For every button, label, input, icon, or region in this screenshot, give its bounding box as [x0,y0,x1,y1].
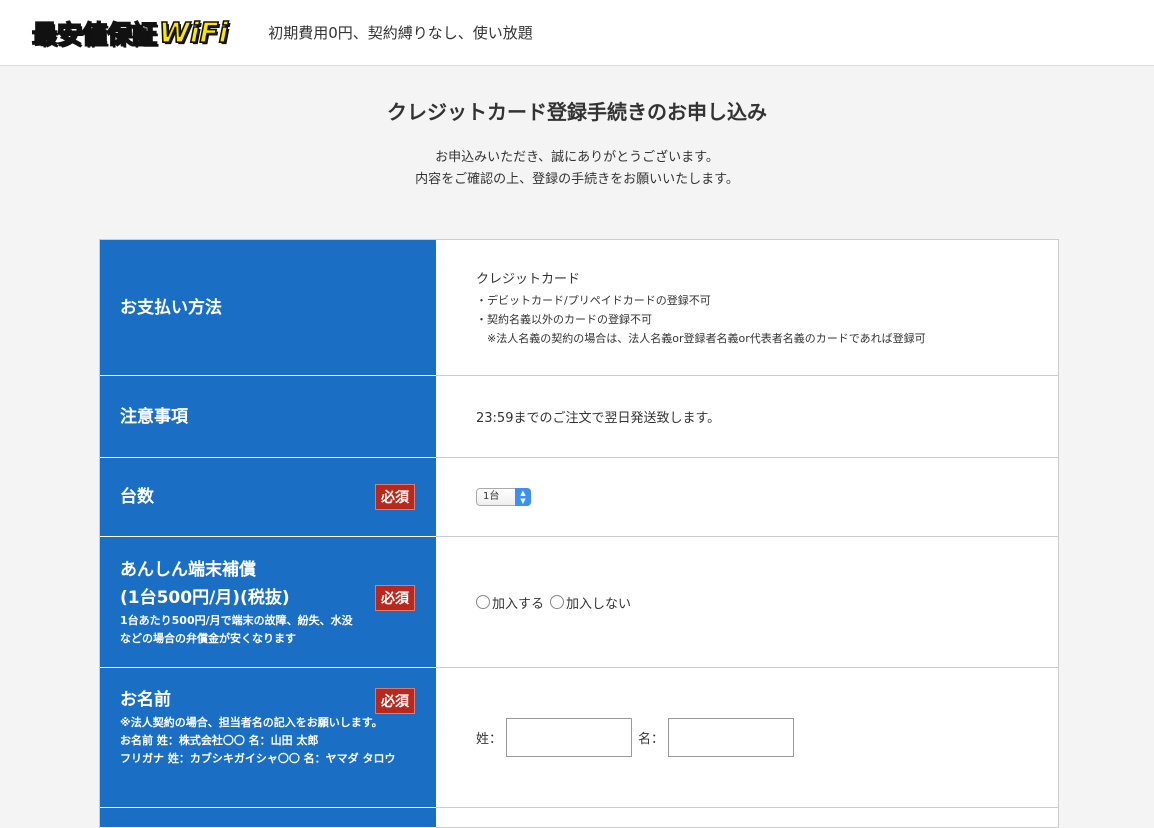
form-row-next [100,808,1058,828]
insurance-option-decline[interactable]: 加入しない [550,593,631,612]
first-name-label: 名： [638,732,665,747]
name-label: お名前 [120,690,171,710]
form-row-notice: 注意事項 23:59までのご注文で翌日発送致します。 [100,376,1058,458]
radio-join[interactable] [476,595,490,609]
notice-text: 23:59までのご注文で翌日発送致します。 [476,411,721,426]
insurance-sub-line-1: 1台あたり500円/月で端末の故障、紛失、水没 [120,614,353,627]
name-content: 姓： 名： [436,668,1058,807]
insurance-content: 加入する 加入しない [436,537,1058,667]
first-name-input[interactable] [668,718,795,757]
required-badge: 必須 [375,688,415,714]
radio-join-label: 加入する [492,596,545,612]
row-label-name: お名前 ※法人契約の場合、担当者名の記入をお願いします。 お名前 姓：株式会社〇… [100,668,436,808]
row-label-next [100,808,436,828]
quantity-content: 1台 ▲ ▼ [436,458,1058,536]
intro-text: お申込みいただき、誠にありがとうございます。 内容をご確認の上、登録の手続きをお… [0,147,1154,191]
notice-content: 23:59までのご注文で翌日発送致します。 [436,376,1058,457]
site-logo[interactable]: 最安値保証 WiFi [31,13,229,53]
row-label-notice: 注意事項 [100,376,436,458]
logo-wifi: WiFi [158,15,229,50]
payment-content: クレジットカード ・デビットカード/プリペイドカードの登録不可 ・契約名義以外の… [436,240,1058,375]
header-tagline: 初期費用0円、契約縛りなし、使い放題 [268,24,533,42]
main-content: クレジットカード登録手続きのお申し込み お申込みいただき、誠にありがとうございま… [0,96,1154,828]
quantity-label: 台数 [120,487,154,507]
intro-line-2: 内容をご確認の上、登録の手続きをお願いいたします。 [415,172,739,187]
radio-decline[interactable] [550,595,565,609]
insurance-label-line-2: (1台500円/月)(税抜) [120,588,290,608]
payment-method-title: クレジットカード [476,271,581,287]
insurance-option-join[interactable]: 加入する [476,593,544,612]
payment-note-1: ・デビットカード/プリペイドカードの登録不可 [476,293,711,307]
insurance-sub-line-2: などの場合の弁償金が安くなります [120,632,296,645]
select-arrows-icon: ▲ ▼ [515,488,531,506]
site-header: 最安値保証 WiFi 初期費用0円、契約縛りなし、使い放題 [0,0,1154,66]
logo-text: 最安値保証 [31,19,158,50]
required-badge: 必須 [375,585,415,611]
name-sub-line-3: フリガナ 姓：カブシキガイシャ〇〇 名：ヤマダ タロウ [120,752,396,765]
row-label-insurance: あんしん端末補償 (1台500円/月)(税抜) 1台あたり500円/月で端末の故… [100,537,436,668]
last-name-input[interactable] [506,718,633,757]
payment-note-2: ・契約名義以外のカードの登録不可 [476,312,652,326]
insurance-label-line-1: あんしん端末補償 [120,560,256,580]
form-row-payment: お支払い方法 クレジットカード ・デビットカード/プリペイドカードの登録不可 ・… [100,240,1058,376]
page-title: クレジットカード登録手続きのお申し込み [387,100,767,124]
quantity-select[interactable]: 1台 ▲ ▼ [476,488,531,506]
name-sub-line-2: お名前 姓：株式会社〇〇 名：山田 太郎 [120,734,319,747]
row-label-quantity: 台数 必須 [100,458,436,537]
last-name-label: 姓： [476,732,503,747]
payment-note-3: ※法人名義の契約の場合は、法人名義or登録者名義or代表者名義のカードであれば登… [476,331,926,345]
insurance-radio-group: 加入する 加入しない [476,593,1018,612]
next-content [436,808,1058,827]
notice-label: 注意事項 [120,406,188,427]
intro-line-1: お申込みいただき、誠にありがとうございます。 [435,150,719,165]
form-row-quantity: 台数 必須 1台 ▲ ▼ [100,458,1058,537]
name-fields: 姓： 名： [476,718,1018,757]
required-badge: 必須 [375,484,415,510]
name-sub-line-1: ※法人契約の場合、担当者名の記入をお願いします。 [120,716,383,729]
payment-label: お支払い方法 [120,297,222,318]
registration-form: お支払い方法 クレジットカード ・デビットカード/プリペイドカードの登録不可 ・… [99,239,1059,828]
form-row-insurance: あんしん端末補償 (1台500円/月)(税抜) 1台あたり500円/月で端末の故… [100,537,1058,668]
quantity-selected-value: 1台 [483,491,500,502]
row-label-payment: お支払い方法 [100,240,436,376]
form-row-name: お名前 ※法人契約の場合、担当者名の記入をお願いします。 お名前 姓：株式会社〇… [100,668,1058,808]
radio-decline-label: 加入しない [566,596,632,612]
